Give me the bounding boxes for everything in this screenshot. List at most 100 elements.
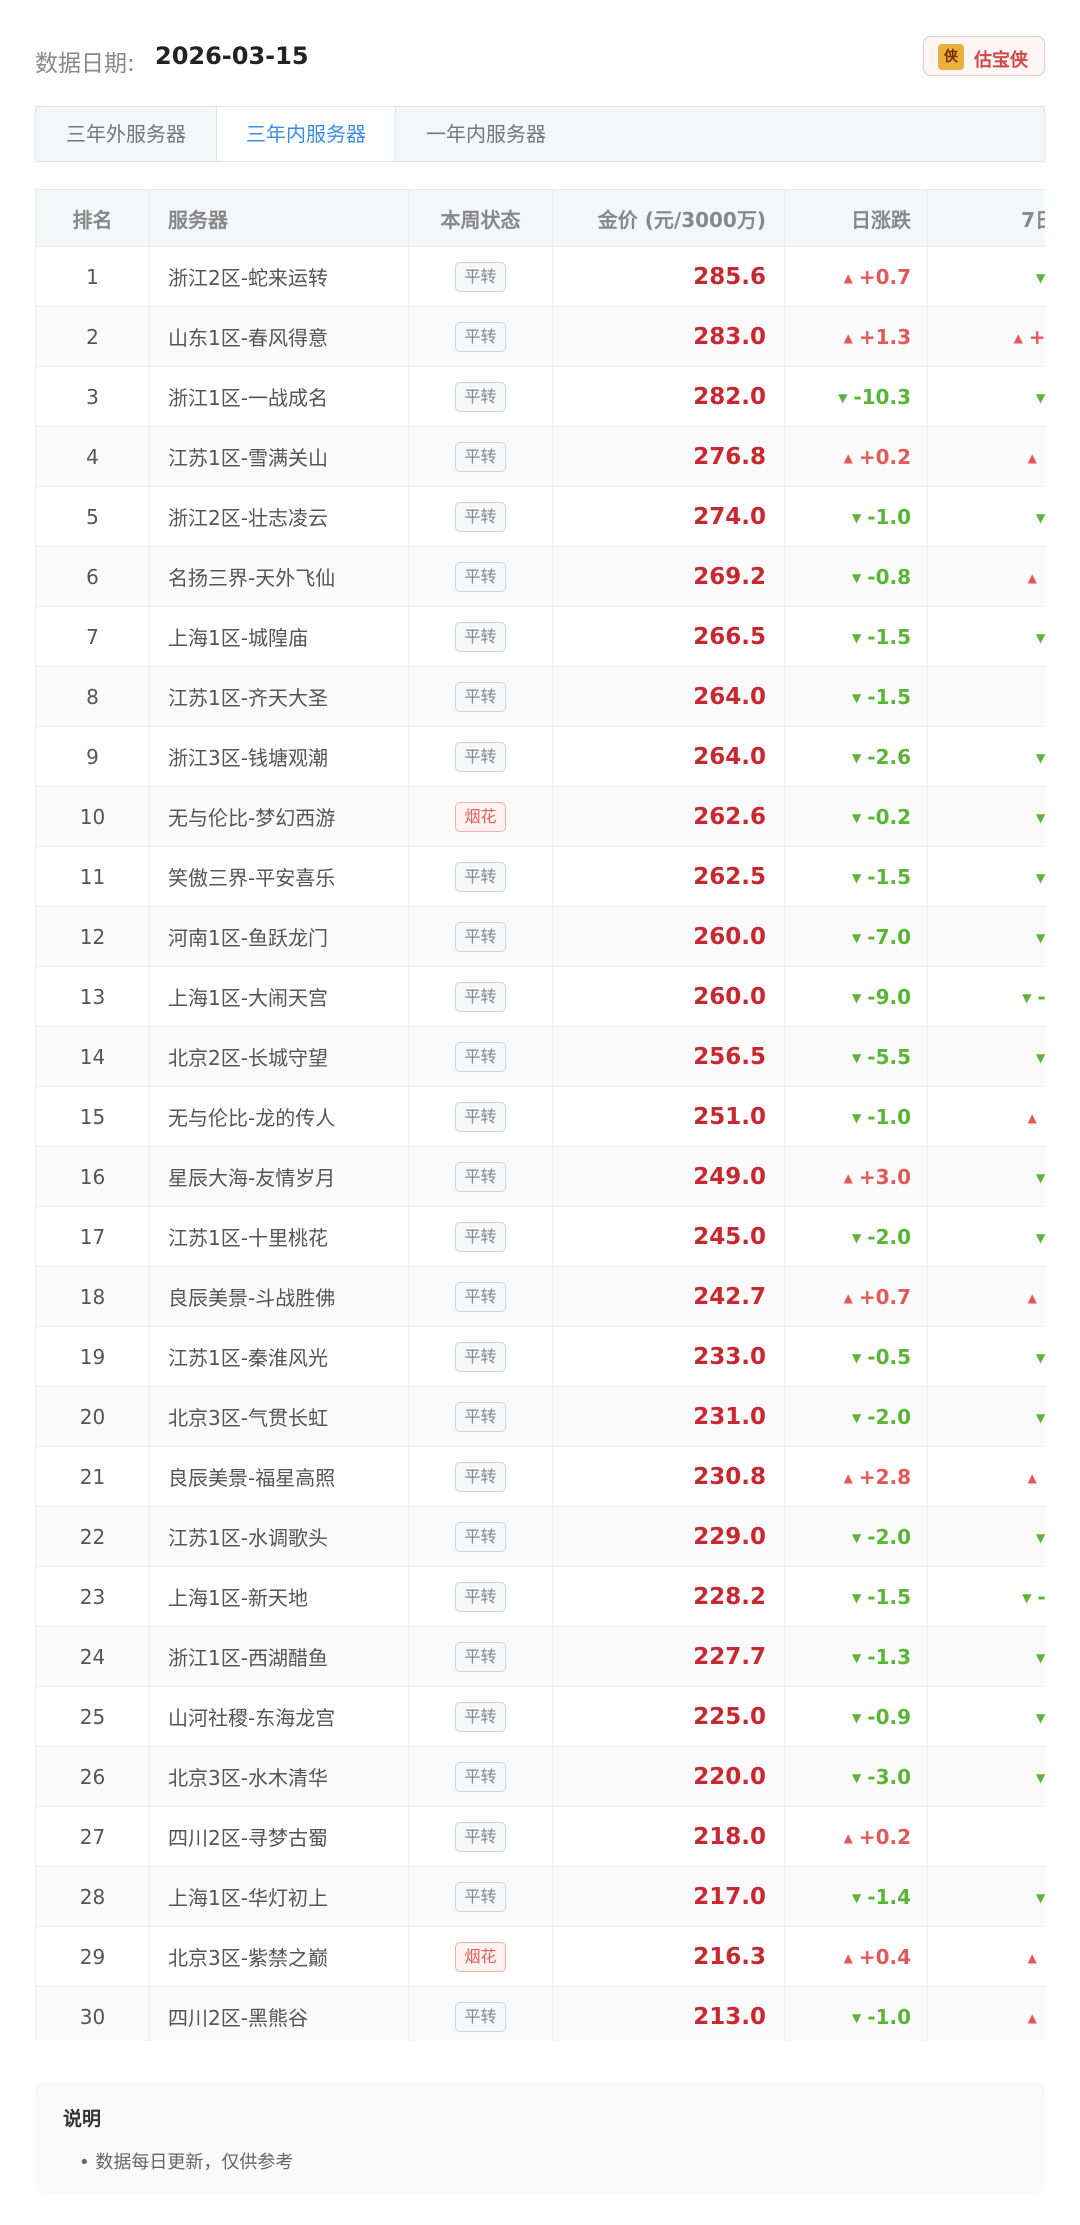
header-status[interactable]: 本周状态 <box>408 189 553 247</box>
server-cell: 北京3区-水木清华 <box>149 1746 409 1807</box>
header-rank[interactable]: 排名 <box>35 189 150 247</box>
server-cell: 北京3区-紫禁之巅 <box>149 1926 409 1987</box>
week-change-value: +1.1 <box>1043 445 1045 469</box>
table-row[interactable]: 14北京2区-长城守望 平转 256.5 ▼ -5.5 ▼-9.0 <box>35 1026 1045 1087</box>
server-cell: 江苏1区-水调歌头 <box>149 1506 409 1567</box>
status-badge: 平转 <box>455 981 506 1012</box>
status-cell: 平转 <box>408 366 553 427</box>
header-day-change[interactable]: 日涨跌 <box>784 189 928 247</box>
down-arrow-icon: ▼ <box>1036 1350 1045 1365</box>
rank-cell: 3 <box>35 366 150 427</box>
tab-within-one-year[interactable]: 一年内服务器 <box>396 107 576 161</box>
down-arrow-icon: ▼ <box>852 1350 862 1365</box>
status-badge: 平转 <box>455 561 506 592</box>
price-value: 216.3 <box>693 1943 766 1970</box>
week-change-cell: ▼-1.9 <box>927 1386 1045 1447</box>
week-change-cell: ▼-9.9 <box>927 906 1045 967</box>
table-row[interactable]: 27四川2区-寻梦古蜀 平转 218.0 ▲ +0.2 0.0 <box>35 1806 1045 1867</box>
day-change-cell: ▼ -1.0 <box>784 1986 928 2041</box>
price-cell: 269.2 <box>552 546 785 607</box>
table-row[interactable]: 19江苏1区-秦淮风光 平转 233.0 ▼ -0.5 ▼-3.0 <box>35 1326 1045 1387</box>
status-cell: 平转 <box>408 1386 553 1447</box>
tab-over-three-years[interactable]: 三年外服务器 <box>36 107 216 161</box>
table-row[interactable]: 5浙江2区-壮志凌云 平转 274.0 ▼ -1.0 ▼-2.0 <box>35 486 1045 547</box>
table-row[interactable]: 4江苏1区-雪满关山 平转 276.8 ▲ +0.2 ▲ +1.1 <box>35 426 1045 487</box>
table-row[interactable]: 21良辰美景-福星高照 平转 230.8 ▲ +2.8 ▲ +0.8 <box>35 1446 1045 1507</box>
tab-within-three-years[interactable]: 三年内服务器 <box>216 107 396 161</box>
price-value: 269.2 <box>693 563 766 590</box>
table-row[interactable]: 11笑傲三界-平安喜乐 平转 262.5 ▼ -1.5 ▼-7.5 <box>35 846 1045 907</box>
status-badge: 平转 <box>455 1521 506 1552</box>
table-row[interactable]: 10无与伦比-梦幻西游 烟花 262.6 ▼ -0.2 ▼-1.4 <box>35 786 1045 847</box>
brand-badge[interactable]: 侠 估宝侠 <box>923 36 1045 76</box>
rank-cell: 24 <box>35 1626 150 1687</box>
status-badge: 平转 <box>455 2001 506 2032</box>
rank-cell: 10 <box>35 786 150 847</box>
week-change-value: +0.3 <box>1043 1945 1045 1969</box>
table-row[interactable]: 29北京3区-紫禁之巅 烟花 216.3 ▲ +0.4 ▲ +0.3 <box>35 1926 1045 1987</box>
day-change-value: -0.2 <box>867 804 911 829</box>
down-arrow-icon: ▼ <box>1036 750 1045 765</box>
week-change-cell: ▼-3.4 <box>927 606 1045 667</box>
server-cell: 浙江3区-钱塘观潮 <box>149 726 409 787</box>
down-arrow-icon: ▼ <box>852 630 862 645</box>
week-change-cell: ▼-3.5 <box>927 1506 1045 1567</box>
up-arrow-icon: ▲ <box>1027 1950 1037 1965</box>
price-cell: 233.0 <box>552 1326 785 1387</box>
day-change-cell: ▼ -1.5 <box>784 606 928 667</box>
table-row[interactable]: 8江苏1区-齐天大圣 平转 264.0 ▼ -1.5 0.0 <box>35 666 1045 727</box>
day-change-value: -2.0 <box>867 1524 911 1549</box>
table-row[interactable]: 22江苏1区-水调歌头 平转 229.0 ▼ -2.0 ▼-3.5 <box>35 1506 1045 1567</box>
day-change-value: -1.3 <box>867 1644 911 1669</box>
table-row[interactable]: 18良辰美景-斗战胜佛 平转 242.7 ▲ +0.7 ▲ +0.7 <box>35 1266 1045 1327</box>
table-row[interactable]: 1浙江2区-蛇来运转 平转 285.6 ▲ +0.7 ▼-8.4 <box>35 246 1045 307</box>
table-row[interactable]: 3浙江1区-一战成名 平转 282.0 ▼ -10.3 ▼-7.5 <box>35 366 1045 427</box>
table-row[interactable]: 7上海1区-城隍庙 平转 266.5 ▼ -1.5 ▼-3.4 <box>35 606 1045 667</box>
price-cell: 256.5 <box>552 1026 785 1087</box>
table-row[interactable]: 17江苏1区-十里桃花 平转 245.0 ▼ -2.0 ▼-2.5 <box>35 1206 1045 1267</box>
price-table-container[interactable]: 排名 服务器 本周状态 金价 (元/3000万) 日涨跌 7日涨跌 1浙江2区-… <box>35 189 1045 2041</box>
table-row[interactable]: 6名扬三界-天外飞仙 平转 269.2 ▼ -0.8 ▲ +3.3 <box>35 546 1045 607</box>
table-row[interactable]: 20北京3区-气贯长虹 平转 231.0 ▼ -2.0 ▼-1.9 <box>35 1386 1045 1447</box>
price-value: 262.5 <box>693 863 766 890</box>
status-cell: 平转 <box>408 846 553 907</box>
week-change-value: -10.0 <box>1037 984 1045 1009</box>
week-change-value: +0.7 <box>1043 1285 1045 1309</box>
status-badge: 平转 <box>455 1101 506 1132</box>
price-value: 260.0 <box>693 983 766 1010</box>
price-value: 231.0 <box>693 1403 766 1430</box>
down-arrow-icon: ▼ <box>1036 1710 1045 1725</box>
status-badge: 平转 <box>455 1641 506 1672</box>
week-change-cell: ▼-7.3 <box>927 1626 1045 1687</box>
day-change-cell: ▼ -1.0 <box>784 1086 928 1147</box>
table-row[interactable]: 28上海1区-华灯初上平转217.0▼-1.4▼-1.4 <box>35 1866 1045 1927</box>
server-cell: 上海1区-华灯初上 <box>149 1866 409 1927</box>
status-badge: 平转 <box>455 1461 506 1492</box>
table-row[interactable]: 23上海1区-新天地 平转 228.2 ▼ -1.5 ▼ -11.8 <box>35 1566 1045 1627</box>
price-value: 285.6 <box>693 263 766 290</box>
header-server[interactable]: 服务器 <box>149 189 409 247</box>
week-change-cell: ▼-7.5 <box>927 366 1045 427</box>
rank-cell: 5 <box>35 486 150 547</box>
table-row[interactable]: 25山河社稷-东海龙宫 平转 225.0 ▼ -0.9 ▼-2.1 <box>35 1686 1045 1747</box>
status-cell: 平转 <box>408 306 553 367</box>
status-badge: 平转 <box>455 1761 506 1792</box>
table-row[interactable]: 30四川2区-黑熊谷 平转 213.0 ▼ -1.0 ▲ +3.0 <box>35 1986 1045 2041</box>
note-title: 说明 <box>63 2108 102 2130</box>
table-row[interactable]: 15无与伦比-龙的传人 平转 251.0 ▼ -1.0 ▲ +1.0 <box>35 1086 1045 1147</box>
down-arrow-icon: ▼ <box>852 990 862 1005</box>
down-arrow-icon: ▼ <box>852 690 862 705</box>
day-change-value: -1.5 <box>867 864 911 889</box>
table-row[interactable]: 2山东1区-春风得意 平转 283.0 ▲ +1.3 ▲ +13.1 <box>35 306 1045 367</box>
table-row[interactable]: 16星辰大海-友情岁月 平转 249.0 ▲ +3.0 ▼-2.0 <box>35 1146 1045 1207</box>
table-row[interactable]: 26北京3区-水木清华 平转 220.0 ▼ -3.0 ▼-5.0 <box>35 1746 1045 1807</box>
table-row[interactable]: 9浙江3区-钱塘观潮 平转 264.0 ▼ -2.6 ▼-4.0 <box>35 726 1045 787</box>
table-row[interactable]: 12河南1区-鱼跃龙门 平转 260.0 ▼ -7.0 ▼-9.9 <box>35 906 1045 967</box>
day-change-cell: ▼ -0.2 <box>784 786 928 847</box>
table-row[interactable]: 24浙江1区-西湖醋鱼 平转 227.7 ▼ -1.3 ▼-7.3 <box>35 1626 1045 1687</box>
table-row[interactable]: 13上海1区-大闹天宫 平转 260.0 ▼ -9.0 ▼ -10.0 <box>35 966 1045 1027</box>
header-price[interactable]: 金价 (元/3000万) <box>552 189 785 247</box>
rank-cell: 13 <box>35 966 150 1027</box>
header-week-change[interactable]: 7日涨跌 <box>927 189 1045 247</box>
down-arrow-icon: ▼ <box>1036 270 1045 285</box>
